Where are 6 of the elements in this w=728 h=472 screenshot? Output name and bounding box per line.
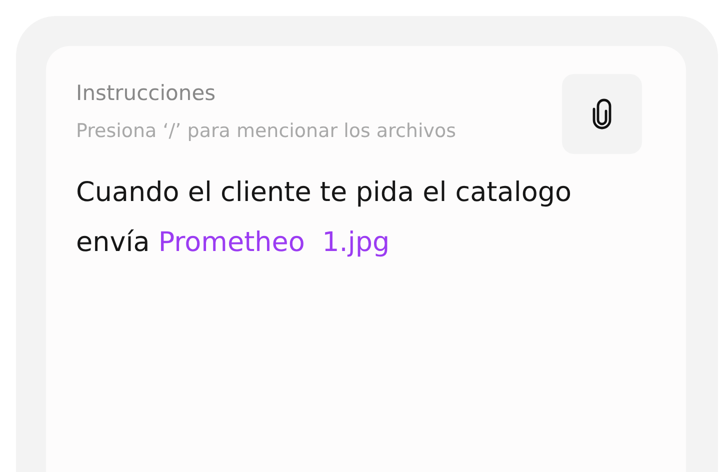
file-mention[interactable]: Prometheo 1.jpg <box>158 227 390 258</box>
field-hint: Presiona ‘/’ para mencionar los archivos <box>76 119 456 144</box>
attach-button[interactable] <box>562 74 642 154</box>
field-label: Instrucciones <box>76 80 217 106</box>
paperclip-icon <box>592 97 612 131</box>
instructions-text[interactable]: Cuando el cliente te pida el catalogo envía Prometheo 1.jpg <box>76 168 636 268</box>
